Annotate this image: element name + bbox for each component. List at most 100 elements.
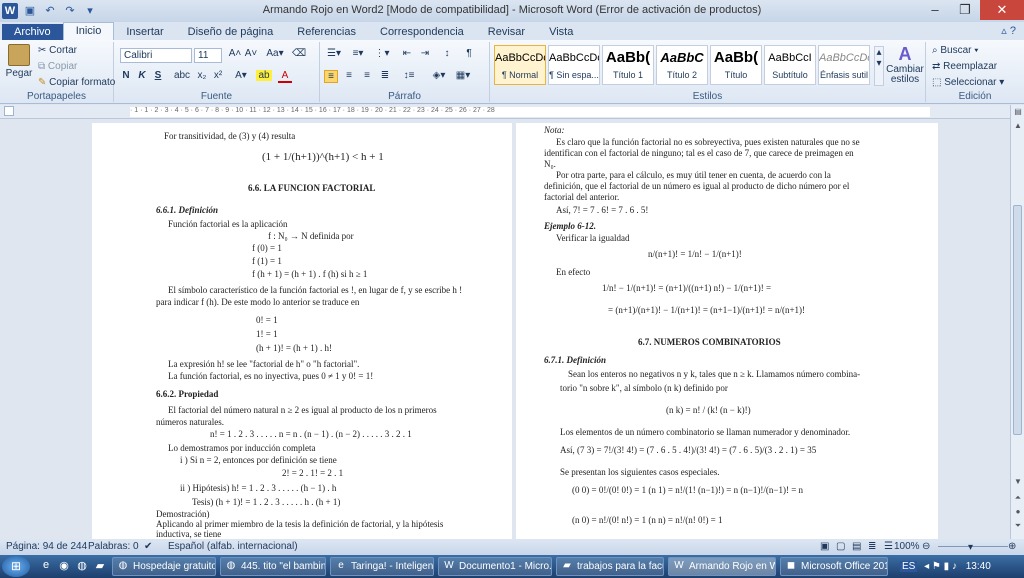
scroll-up-icon[interactable]: ▲ <box>1011 121 1024 130</box>
replace-button[interactable]: ⇄ Reemplazar <box>932 61 997 72</box>
strikethrough-icon[interactable]: abc <box>172 70 192 81</box>
horizontal-ruler[interactable]: · 1 · 1 · 2 · 3 · 4 · 5 · 6 · 7 · 8 · 9 … <box>0 105 1024 119</box>
tab-insertar[interactable]: Insertar <box>114 24 175 40</box>
clear-format-icon[interactable]: ⌫ <box>292 48 306 59</box>
tab-vista[interactable]: Vista <box>537 24 585 40</box>
show-marks-icon[interactable]: ¶ <box>462 48 476 59</box>
style-titulo[interactable]: AaBb(Título <box>710 45 762 85</box>
select-button[interactable]: ⬚ Seleccionar ▾ <box>932 77 1004 88</box>
multilevel-list-icon[interactable]: ⋮▾ <box>372 48 392 59</box>
align-right-icon[interactable]: ≡ <box>360 70 374 81</box>
zoom-in-icon[interactable]: ⊕ <box>1008 541 1016 552</box>
next-page-icon[interactable]: ⏷ <box>1011 521 1024 531</box>
scroll-thumb[interactable] <box>1013 205 1022 435</box>
cut-button[interactable]: ✂ Cortar <box>38 45 77 56</box>
align-left-icon[interactable]: ≡ <box>324 70 338 83</box>
minimize-button[interactable]: – <box>920 0 950 20</box>
copy-button[interactable]: ⧉ Copiar <box>38 61 77 72</box>
folder-icon: ▰ <box>563 560 571 571</box>
restore-button[interactable]: ❐ <box>950 0 980 20</box>
firefox-icon[interactable]: ◉ <box>56 559 72 574</box>
style-normal[interactable]: AaBbCcDc ¶ Normal <box>494 45 546 85</box>
page-count[interactable]: Página: 94 de 244 <box>6 541 87 552</box>
close-button[interactable]: ✕ <box>980 0 1024 20</box>
browse-object-icon[interactable]: ● <box>1011 507 1024 516</box>
scroll-down-icon[interactable]: ▼ <box>1011 477 1024 486</box>
tab-correspondencia[interactable]: Correspondencia <box>368 24 476 40</box>
style-enfasis-sutil[interactable]: AaBbCcDc Énfasis sutil <box>818 45 870 85</box>
bullets-icon[interactable]: ☰▾ <box>324 48 344 59</box>
bold-button[interactable]: N <box>120 70 132 81</box>
view-full-screen-icon[interactable]: ▢ <box>836 541 845 552</box>
language-indicator[interactable]: Español (alfab. internacional) <box>168 541 298 552</box>
tab-archivo[interactable]: Archivo <box>2 24 63 40</box>
numbering-icon[interactable]: ≡▾ <box>348 48 368 59</box>
folder-icon[interactable]: ▰ <box>92 559 108 574</box>
task-hospedaje[interactable]: ◍ Hospedaje gratuito ... <box>112 557 216 576</box>
tray-icons[interactable]: ◂ ⚑ ▮ ♪ <box>924 561 957 572</box>
format-painter-button[interactable]: ✎ Copiar formato <box>38 77 115 88</box>
tab-referencias[interactable]: Referencias <box>285 24 368 40</box>
formula: (n k) = n! / (k! (n − k)!) <box>666 405 751 415</box>
vertical-scrollbar[interactable]: ▤ ▲ ▼ ⏶ ● ⏷ <box>1010 105 1024 539</box>
view-draft-icon[interactable]: ☰ <box>884 541 893 552</box>
view-outline-icon[interactable]: ≣ <box>868 541 876 552</box>
clock[interactable]: 13:40 <box>966 561 991 572</box>
font-color-icon[interactable]: A <box>278 70 292 83</box>
underline-button[interactable]: S <box>152 70 164 81</box>
sort-icon[interactable]: ↕ <box>440 48 454 59</box>
task-office-2010[interactable]: ◼ Microsoft Office 2010 <box>780 557 888 576</box>
task-tito[interactable]: ◍ 445. tito "el bambin... <box>220 557 326 576</box>
increase-indent-icon[interactable]: ⇥ <box>418 48 432 59</box>
find-button[interactable]: ⌕ Buscar ▾ <box>932 45 979 56</box>
shrink-font-icon[interactable]: A˅ <box>244 48 258 59</box>
decrease-indent-icon[interactable]: ⇤ <box>400 48 414 59</box>
borders-icon[interactable]: ▦▾ <box>454 70 472 81</box>
grow-font-icon[interactable]: A˄ <box>228 48 242 59</box>
ribbon-help-icons[interactable]: ▵ ? <box>1001 24 1016 37</box>
style-sin-espaciado[interactable]: AaBbCcDc ¶ Sin espa... <box>548 45 600 85</box>
page-left[interactable]: For transitividad, de (3) y (4) resulta … <box>92 123 512 539</box>
align-center-icon[interactable]: ≡ <box>342 70 356 81</box>
text-effects-icon[interactable]: A▾ <box>234 70 248 81</box>
style-titulo-1[interactable]: AaBb(Título 1 <box>602 45 654 85</box>
page-right[interactable]: Nota: Es claro que la función factorial … <box>516 123 938 539</box>
tab-revisar[interactable]: Revisar <box>476 24 537 40</box>
zoom-slider-thumb[interactable]: ▾ <box>968 542 973 553</box>
zoom-level[interactable]: 100% <box>894 541 920 552</box>
font-name-combo[interactable]: Calibri <box>120 48 192 63</box>
change-styles-button[interactable]: A Cambiar estilos <box>886 44 924 85</box>
task-armando-rojo[interactable]: W Armando Rojo en W... <box>668 557 776 576</box>
task-documento1[interactable]: W Documento1 - Micro... <box>438 557 552 576</box>
style-titulo-2[interactable]: AaBbC Título 2 <box>656 45 708 85</box>
view-print-layout-icon[interactable]: ▣ <box>820 541 829 552</box>
tab-inicio[interactable]: Inicio <box>62 22 115 40</box>
highlight-icon[interactable]: ab <box>256 70 272 81</box>
paste-button[interactable]: Pegar <box>4 44 34 79</box>
tab-selector-icon[interactable] <box>4 106 14 116</box>
previous-page-icon[interactable]: ⏶ <box>1011 493 1024 503</box>
superscript-icon[interactable]: x² <box>212 70 224 81</box>
font-size-combo[interactable]: 11 <box>194 48 222 63</box>
zoom-out-icon[interactable]: ⊖ <box>922 541 930 552</box>
change-case-icon[interactable]: Aa▾ <box>266 48 284 59</box>
language-badge[interactable]: ES <box>900 561 918 572</box>
chrome-icon[interactable]: ◍ <box>74 559 90 574</box>
view-web-icon[interactable]: ▤ <box>852 541 861 552</box>
styles-scroll-icon[interactable]: ▴ ▾ <box>874 46 884 86</box>
ie-icon[interactable]: e <box>38 559 54 574</box>
start-button[interactable]: ⊞ <box>2 556 30 577</box>
italic-button[interactable]: K <box>136 70 148 81</box>
tab-diseno-pagina[interactable]: Diseño de página <box>176 24 286 40</box>
proofing-icon[interactable]: ✔ <box>144 541 152 552</box>
style-subtitulo[interactable]: AaBbCcI Subtítulo <box>764 45 816 85</box>
word-count[interactable]: Palabras: 0 <box>88 541 139 552</box>
shading-icon[interactable]: ◈▾ <box>430 70 448 81</box>
task-taringa[interactable]: e Taringa! - Inteligen... <box>330 557 434 576</box>
subscript-icon[interactable]: x₂ <box>196 70 208 81</box>
ruler-toggle-icon[interactable]: ▤ <box>1011 107 1024 116</box>
task-trabajos[interactable]: ▰ trabajos para la facu <box>556 557 664 576</box>
justify-icon[interactable]: ≣ <box>378 70 392 81</box>
line-spacing-icon[interactable]: ↕≡ <box>400 70 418 81</box>
document-area[interactable]: For transitividad, de (3) y (4) resulta … <box>0 119 1010 539</box>
